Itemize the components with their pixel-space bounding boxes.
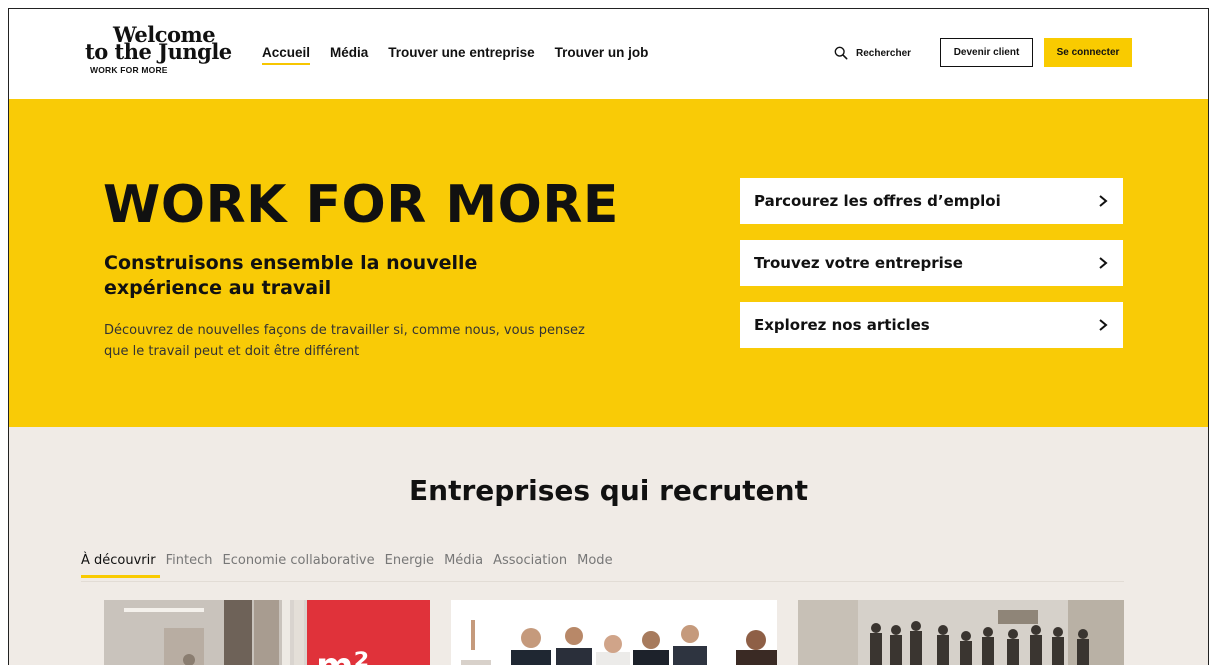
hero-section: WORK FOR MORE Construisons ensemble la n… <box>9 99 1208 427</box>
link-find-company[interactable]: Trouvez votre entreprise <box>740 240 1123 286</box>
tab-a-decouvrir[interactable]: À découvrir <box>67 553 160 578</box>
chevron-right-icon <box>1099 319 1108 331</box>
search-icon <box>834 46 848 60</box>
company-card-image: m² <box>104 600 430 665</box>
category-tabs: À découvrir Fintech Economie collaborati… <box>80 553 623 578</box>
main-nav: Accueil Média Trouver une entreprise Tro… <box>262 45 668 65</box>
company-card[interactable]: m² <box>104 600 430 665</box>
hero-description: Découvrez de nouvelles façons de travail… <box>104 323 585 359</box>
section-title: Entreprises qui recrutent <box>409 474 808 507</box>
company-card[interactable] <box>451 600 777 665</box>
nav-item-accueil[interactable]: Accueil <box>262 45 311 65</box>
tab-media[interactable]: Média <box>444 553 483 578</box>
tab-economie-collaborative[interactable]: Economie collaborative <box>223 553 375 578</box>
search-label: Rechercher <box>856 47 912 59</box>
company-card-logo: m² <box>316 646 369 665</box>
company-card-image <box>451 600 777 665</box>
nav-item-trouver-job[interactable]: Trouver un job <box>555 45 649 65</box>
site-logo[interactable]: Welcome to the Jungle WORK FOR MORE <box>85 24 235 75</box>
hero-subtitle: Construisons ensemble la nouvelle expéri… <box>104 252 478 299</box>
hero-title: WORK FOR MORE <box>103 175 619 235</box>
link-browse-jobs[interactable]: Parcourez les offres d’emploi <box>740 178 1123 224</box>
link-browse-jobs-label: Parcourez les offres d’emploi <box>754 192 1001 210</box>
site-header: Welcome to the Jungle WORK FOR MORE Accu… <box>9 9 1208 99</box>
tab-mode[interactable]: Mode <box>577 553 612 578</box>
nav-item-trouver-entreprise[interactable]: Trouver une entreprise <box>388 45 534 65</box>
link-explore-articles[interactable]: Explorez nos articles <box>740 302 1123 348</box>
link-find-company-label: Trouvez votre entreprise <box>754 254 963 272</box>
chevron-right-icon <box>1099 195 1108 207</box>
search-button[interactable]: Rechercher <box>834 46 911 60</box>
company-card[interactable] <box>798 600 1124 665</box>
logo-tagline: WORK FOR MORE <box>90 65 168 75</box>
tab-energie[interactable]: Energie <box>385 553 434 578</box>
browser-frame: Welcome to the Jungle WORK FOR MORE Accu… <box>8 8 1209 665</box>
nav-item-media[interactable]: Média <box>330 45 368 65</box>
company-card-image <box>798 600 1124 665</box>
tabs-divider <box>81 581 1124 582</box>
company-cards: m² <box>104 600 1124 665</box>
tab-fintech[interactable]: Fintech <box>166 553 213 578</box>
companies-section: Entreprises qui recrutent À découvrir Fi… <box>9 427 1208 665</box>
hero-links: Parcourez les offres d’emploi Trouvez vo… <box>740 178 1123 364</box>
link-explore-articles-label: Explorez nos articles <box>754 316 930 334</box>
tab-association[interactable]: Association <box>493 553 567 578</box>
chevron-right-icon <box>1099 257 1108 269</box>
login-button[interactable]: Se connecter <box>1044 38 1132 67</box>
become-client-button[interactable]: Devenir client <box>940 38 1033 67</box>
logo-line-2: to the Jungle <box>85 39 232 64</box>
